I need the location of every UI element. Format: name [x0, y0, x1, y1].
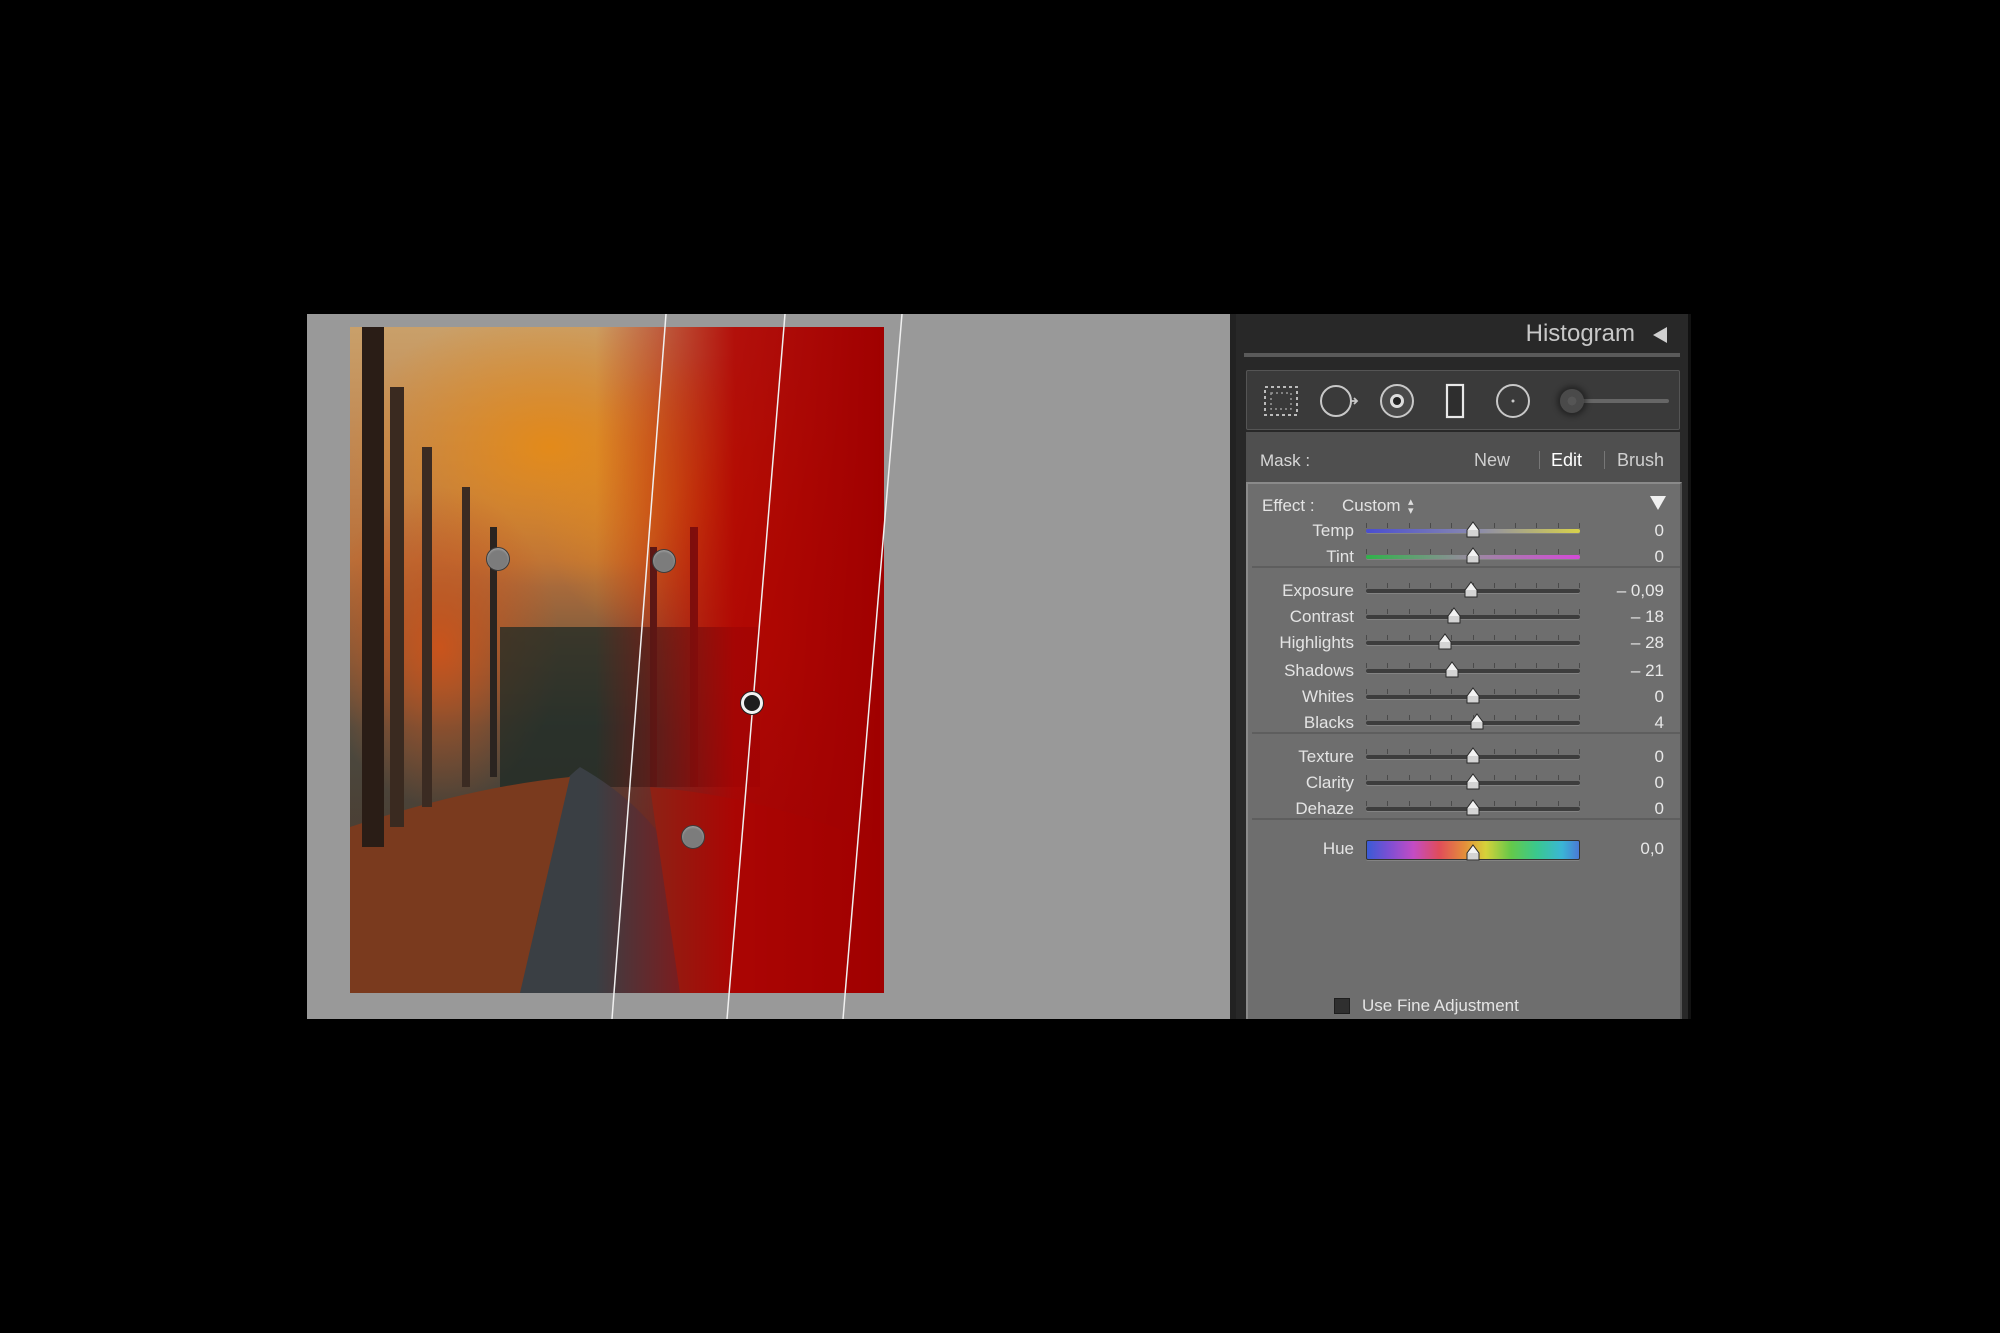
- highlights-slider-track[interactable]: [1366, 641, 1580, 645]
- dehaze-row: Dehaze 0: [1248, 794, 1684, 824]
- mask-bar: Mask : New Edit Brush: [1246, 432, 1680, 488]
- panel-edge: [1688, 314, 1691, 1019]
- hue-value[interactable]: 0,0: [1640, 834, 1664, 864]
- histogram-title: Histogram: [1525, 320, 1635, 347]
- texture-slider-thumb[interactable]: [1465, 747, 1481, 765]
- contrast-slider-track[interactable]: [1366, 615, 1580, 619]
- slider-ticks: [1366, 663, 1580, 668]
- brush-size-slider-thumb[interactable]: [1560, 389, 1584, 413]
- hue-row: Hue 0,0: [1248, 834, 1684, 864]
- tint-slider[interactable]: [1366, 542, 1580, 572]
- contrast-slider-thumb[interactable]: [1446, 607, 1462, 625]
- exposure-slider-thumb[interactable]: [1463, 581, 1479, 599]
- blacks-slider[interactable]: [1366, 708, 1580, 738]
- effect-label: Effect :: [1262, 496, 1315, 515]
- tint-row: Tint 0: [1248, 542, 1684, 572]
- mask-brush-button[interactable]: Brush: [1617, 432, 1664, 488]
- tint-value[interactable]: 0: [1655, 542, 1664, 572]
- highlights-value[interactable]: – 28: [1631, 628, 1664, 658]
- temp-slider-thumb[interactable]: [1465, 521, 1481, 539]
- clarity-slider-thumb[interactable]: [1465, 773, 1481, 791]
- blacks-slider-thumb[interactable]: [1469, 713, 1485, 731]
- histogram-divider: [1244, 353, 1680, 357]
- slider-ticks: [1366, 635, 1580, 640]
- hue-slider[interactable]: [1366, 834, 1580, 864]
- dehaze-slider-thumb[interactable]: [1465, 799, 1481, 817]
- mask-separator: [1604, 451, 1605, 469]
- effect-preset-select[interactable]: Custom: [1342, 496, 1401, 516]
- spot-removal-tool-icon[interactable]: [1319, 381, 1359, 421]
- histogram-collapse-triangle-icon[interactable]: [1653, 327, 1667, 343]
- fine-adjustment-label: Use Fine Adjustment: [1362, 996, 1519, 1015]
- radial-filter-tool-icon[interactable]: [1493, 381, 1533, 421]
- brush-size-slider-track[interactable]: [1577, 399, 1669, 403]
- mask-new-button[interactable]: New: [1474, 432, 1510, 488]
- fine-adjustment-checkbox[interactable]: [1334, 998, 1350, 1014]
- histogram-header[interactable]: Histogram: [1236, 314, 1691, 354]
- active-adjustment-pin[interactable]: [741, 692, 763, 714]
- select-updown-icon[interactable]: ▴ ▾: [1408, 496, 1414, 516]
- whites-slider-thumb[interactable]: [1465, 687, 1481, 705]
- blacks-value[interactable]: 4: [1655, 708, 1664, 738]
- highlights-label: Highlights: [1279, 633, 1354, 652]
- highlights-row: Highlights – 28: [1248, 628, 1684, 658]
- hue-slider-thumb[interactable]: [1465, 844, 1481, 862]
- shadows-slider-thumb[interactable]: [1444, 661, 1460, 679]
- adjustment-pin[interactable]: [486, 547, 510, 571]
- tint-slider-thumb[interactable]: [1465, 547, 1481, 565]
- gradient-guide-lines[interactable]: [307, 314, 1230, 1019]
- tint-label: Tint: [1326, 547, 1354, 566]
- effect-panel: Effect : Custom ▴ ▾ Temp 0 Tint 0 Exposure – 0…: [1246, 482, 1682, 1019]
- dehaze-slider[interactable]: [1366, 794, 1580, 824]
- dehaze-value[interactable]: 0: [1655, 794, 1664, 824]
- tool-strip: [1246, 370, 1680, 430]
- develop-panel: Histogram Mask: New Edit Brush Effect:…: [1236, 314, 1691, 1019]
- adjustment-pin[interactable]: [681, 825, 705, 849]
- highlights-slider[interactable]: [1366, 628, 1580, 658]
- adjustment-pin[interactable]: [652, 549, 676, 573]
- red-eye-tool-icon[interactable]: [1377, 381, 1417, 421]
- range-mask-tool-icon[interactable]: [1261, 381, 1301, 421]
- blacks-row: Blacks 4: [1248, 708, 1684, 738]
- mask-edit-button[interactable]: Edit: [1551, 432, 1582, 488]
- mask-separator: [1539, 451, 1540, 469]
- slider-ticks: [1366, 609, 1580, 614]
- hue-label: Hue: [1322, 839, 1354, 858]
- effect-collapse-triangle-icon[interactable]: [1650, 496, 1666, 510]
- highlights-slider-thumb[interactable]: [1437, 633, 1453, 651]
- blacks-label: Blacks: [1303, 713, 1354, 732]
- dehaze-label: Dehaze: [1295, 799, 1354, 818]
- shadows-slider-track[interactable]: [1366, 669, 1580, 673]
- image-viewer[interactable]: [307, 314, 1230, 1019]
- graduated-filter-tool-icon[interactable]: [1435, 381, 1475, 421]
